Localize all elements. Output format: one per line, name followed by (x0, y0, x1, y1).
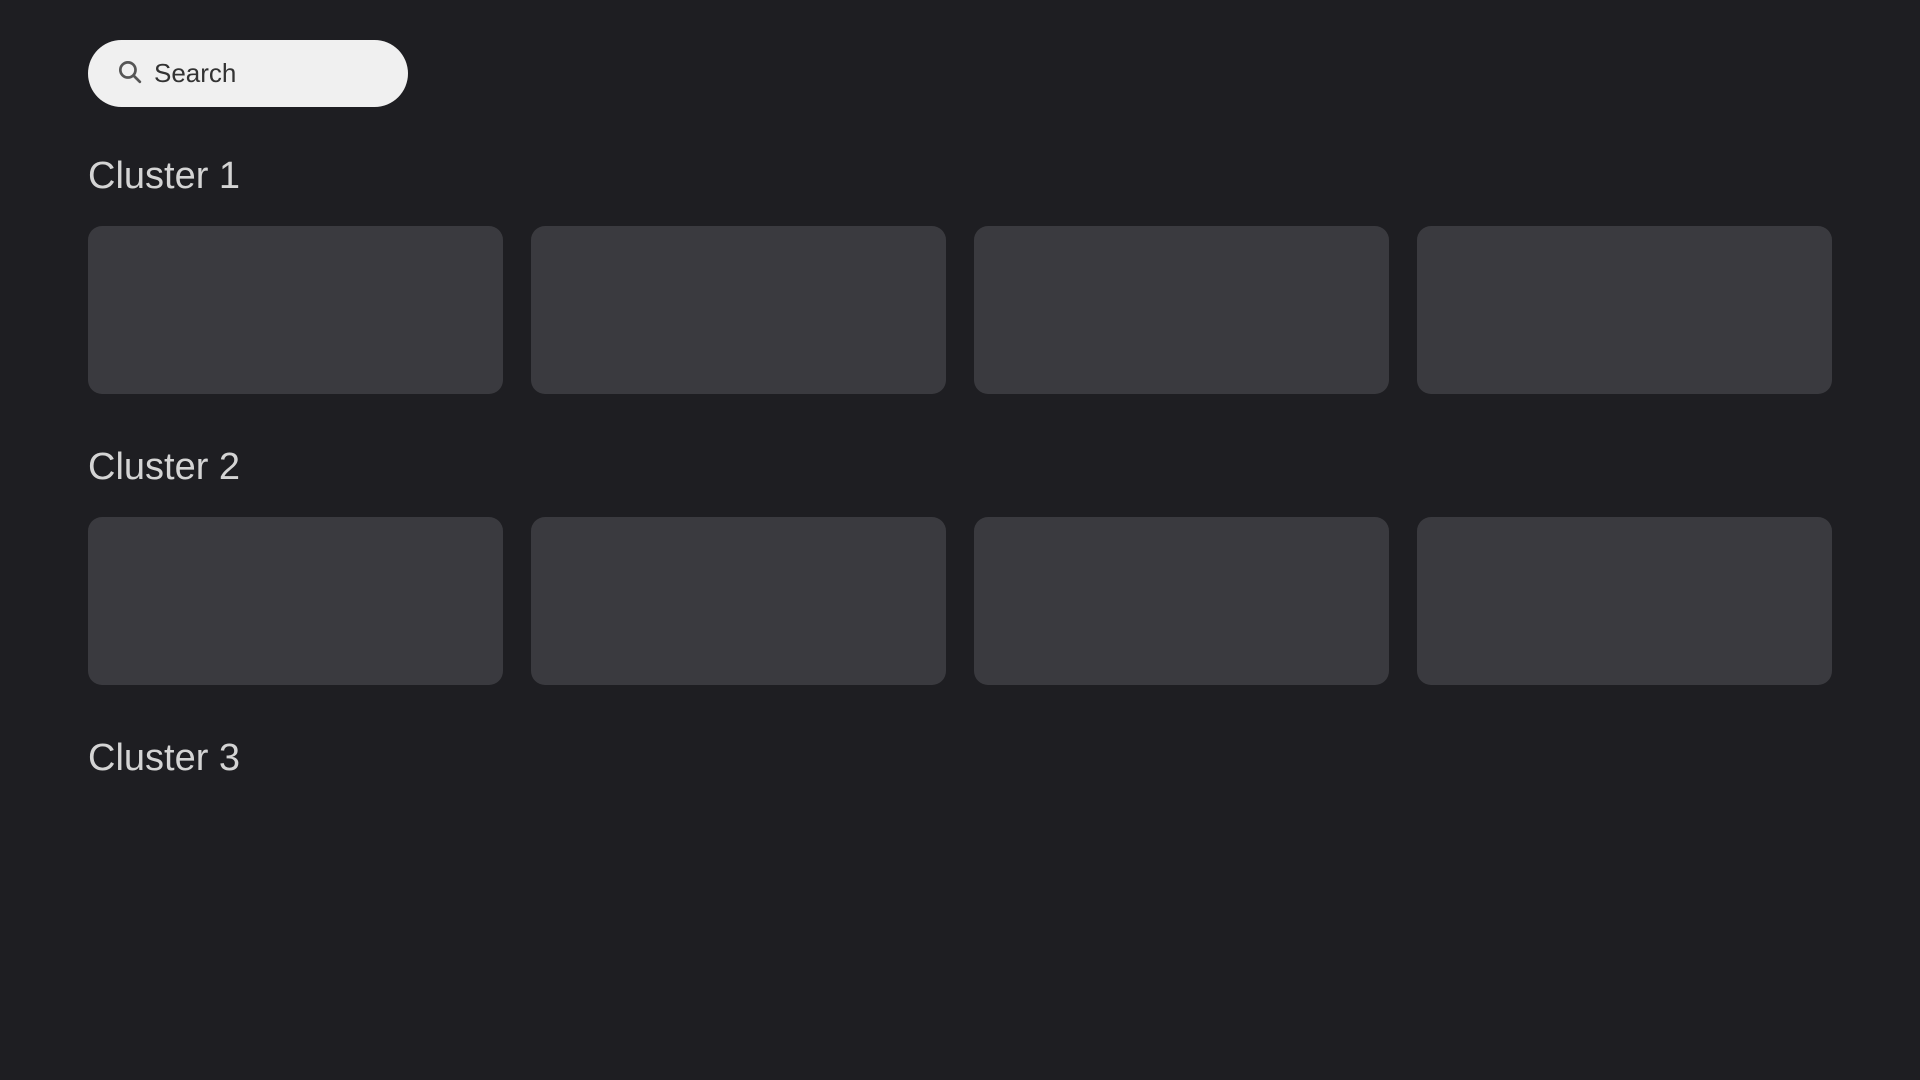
cluster-card[interactable] (88, 226, 503, 394)
cluster-card[interactable] (531, 226, 946, 394)
cluster-3-title: Cluster 3 (88, 737, 1832, 780)
search-icon (116, 58, 142, 89)
cluster-1-grid (88, 226, 1832, 394)
cluster-card[interactable] (88, 517, 503, 685)
search-bar-wrapper: Search (88, 40, 1832, 107)
page-container: Search Cluster 1 Cluster 2 Cluster 3 (0, 0, 1920, 872)
cluster-card[interactable] (1417, 226, 1832, 394)
search-label: Search (154, 58, 236, 89)
cluster-2-title: Cluster 2 (88, 446, 1832, 489)
cluster-card[interactable] (531, 517, 946, 685)
cluster-2-grid (88, 517, 1832, 685)
cluster-card[interactable] (1417, 517, 1832, 685)
search-bar[interactable]: Search (88, 40, 408, 107)
cluster-card[interactable] (974, 226, 1389, 394)
cluster-1-section: Cluster 1 (88, 155, 1832, 394)
cluster-1-title: Cluster 1 (88, 155, 1832, 198)
cluster-card[interactable] (974, 517, 1389, 685)
cluster-3-section: Cluster 3 (88, 737, 1832, 780)
cluster-2-section: Cluster 2 (88, 446, 1832, 685)
